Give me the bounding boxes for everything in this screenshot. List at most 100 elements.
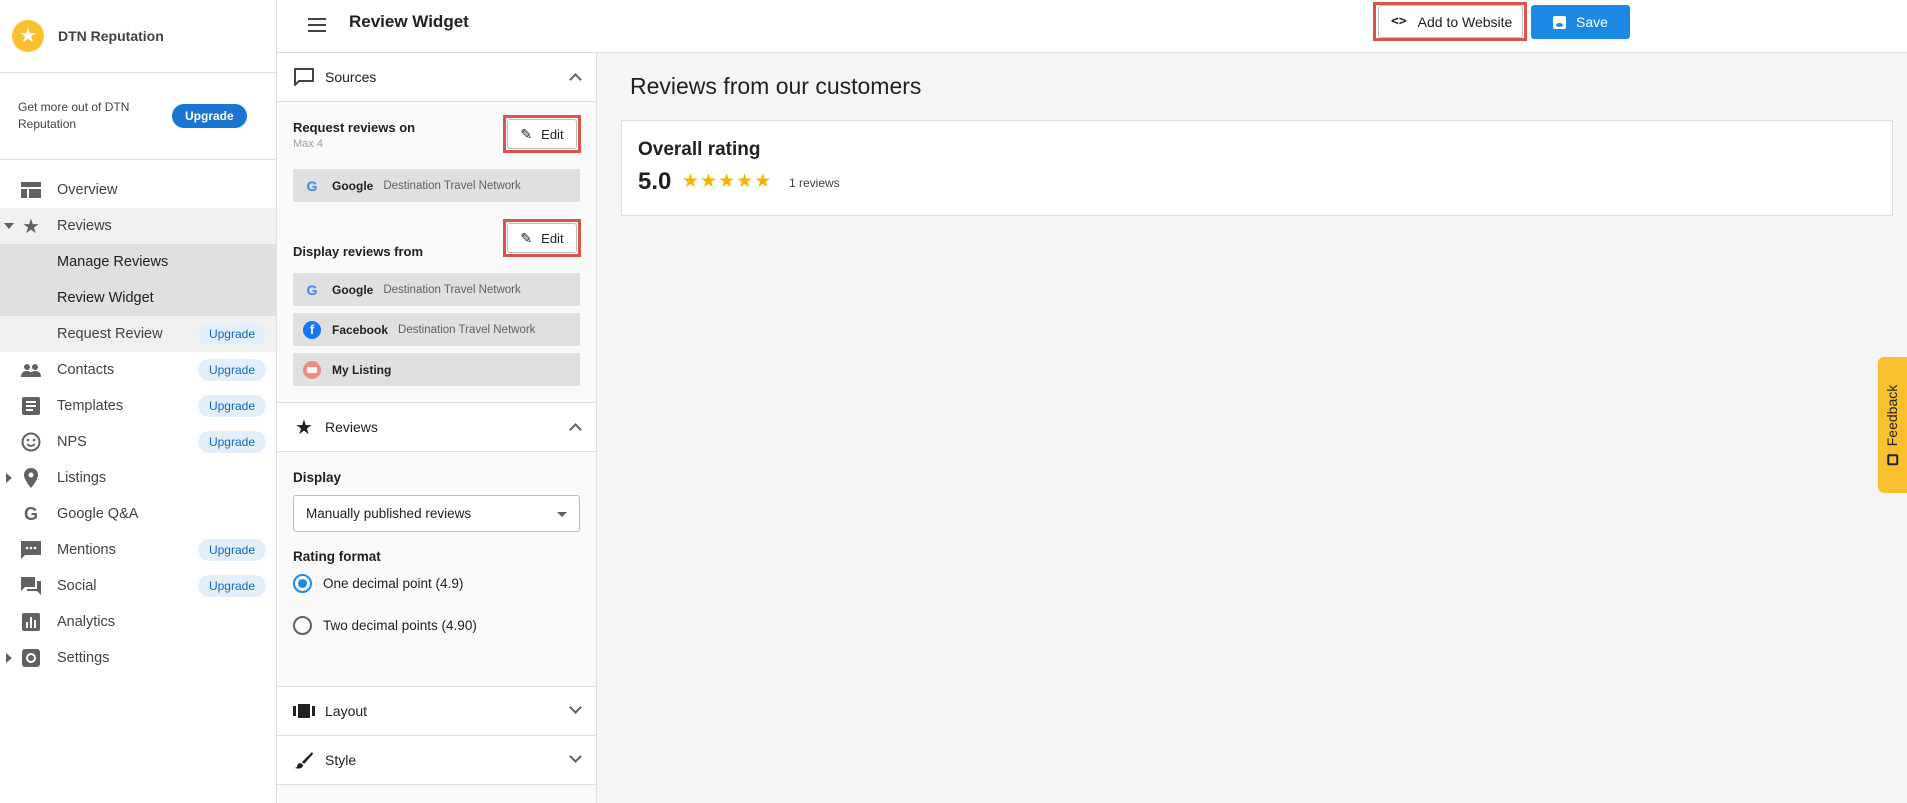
people-icon bbox=[20, 359, 42, 381]
sidebar-item-label: Reviews bbox=[57, 218, 112, 234]
reviews-section-header[interactable]: ★ Reviews bbox=[277, 403, 596, 452]
sidebar-item-contacts[interactable]: Contacts Upgrade bbox=[0, 352, 276, 388]
caret-right-icon bbox=[6, 653, 12, 663]
star-icon: ★ bbox=[700, 171, 719, 192]
display-select[interactable]: Manually published reviews bbox=[293, 495, 580, 532]
overall-rating-title: Overall rating bbox=[638, 139, 761, 160]
sidebar-item-manage-reviews[interactable]: Manage Reviews bbox=[0, 244, 276, 280]
sources-section-header[interactable]: Sources bbox=[277, 53, 596, 102]
sidebar-item-label: Overview bbox=[57, 182, 118, 198]
dashboard-icon bbox=[20, 179, 42, 201]
sidebar-item-social[interactable]: Social Upgrade bbox=[0, 568, 276, 604]
hamburger-menu-icon[interactable] bbox=[308, 18, 326, 32]
star-icon: ★ bbox=[718, 171, 737, 192]
sidebar-item-label: Settings bbox=[57, 650, 110, 666]
sidebar-item-settings[interactable]: Settings bbox=[0, 640, 276, 676]
forum-icon bbox=[20, 575, 42, 597]
sidebar-item-request-review[interactable]: Request Review Upgrade bbox=[0, 316, 276, 352]
sidebar-item-label: Templates bbox=[57, 398, 124, 414]
smiley-icon bbox=[20, 431, 42, 453]
upgrade-badge[interactable]: Upgrade bbox=[197, 395, 266, 417]
sidebar-item-label: Manage Reviews bbox=[57, 254, 169, 270]
source-business: Destination Travel Network bbox=[398, 323, 536, 336]
document-icon bbox=[20, 395, 42, 417]
sidebar-item-label: Analytics bbox=[57, 614, 116, 630]
feedback-tab[interactable]: Feedback bbox=[1878, 357, 1907, 493]
star-rating-icons: ★★★★★ bbox=[682, 170, 772, 193]
brush-icon bbox=[293, 749, 315, 771]
display-source-my-listing[interactable]: My Listing bbox=[293, 353, 580, 386]
source-name: Facebook bbox=[332, 322, 389, 337]
sidebar-item-label: Request Review bbox=[57, 326, 163, 342]
code-icon: <> bbox=[1391, 14, 1407, 29]
review-count: 1 reviews bbox=[789, 176, 840, 190]
carousel-icon bbox=[293, 700, 315, 722]
display-source-facebook[interactable]: f Facebook Destination Travel Network bbox=[293, 313, 580, 346]
edit-display-sources-button[interactable]: ✎ Edit bbox=[507, 223, 577, 253]
sidebar-item-label: Social bbox=[57, 578, 97, 594]
radio-unselected-icon bbox=[293, 616, 312, 635]
add-to-website-button[interactable]: <> Add to Website bbox=[1378, 5, 1523, 38]
sources-label: Sources bbox=[325, 69, 377, 85]
edit-request-sources-button[interactable]: ✎ Edit bbox=[507, 119, 577, 149]
page-title: Review Widget bbox=[349, 12, 469, 31]
upgrade-badge[interactable]: Upgrade bbox=[197, 539, 266, 561]
star-icon: ★ bbox=[736, 171, 755, 192]
star-icon: ★ bbox=[682, 171, 701, 192]
pencil-icon: ✎ bbox=[520, 229, 533, 246]
star-icon: ★ bbox=[295, 416, 313, 439]
source-name: My Listing bbox=[332, 362, 392, 377]
brand-name: DTN Reputation bbox=[58, 28, 164, 44]
sidebar-item-overview[interactable]: Overview bbox=[0, 172, 276, 208]
brand[interactable]: ★ DTN Reputation bbox=[0, 0, 276, 73]
sidebar-item-listings[interactable]: Listings bbox=[0, 460, 276, 496]
upgrade-badge[interactable]: Upgrade bbox=[197, 575, 266, 597]
sidebar-item-label: Listings bbox=[57, 470, 107, 486]
chevron-down-icon bbox=[569, 701, 582, 714]
caret-down-icon bbox=[4, 223, 14, 229]
request-source-google[interactable]: G Google Destination Travel Network bbox=[293, 169, 580, 202]
bar-chart-icon bbox=[20, 611, 42, 633]
display-source-google[interactable]: G Google Destination Travel Network bbox=[293, 273, 580, 306]
gear-icon bbox=[20, 647, 42, 669]
comment-icon bbox=[20, 539, 42, 561]
sidebar-item-analytics[interactable]: Analytics bbox=[0, 604, 276, 640]
radio-selected-icon bbox=[293, 574, 312, 593]
max-sources-note: Max 4 bbox=[293, 138, 323, 150]
sources-body: Request reviews on Max 4 ✎ Edit G Google… bbox=[277, 102, 596, 402]
sidebar-item-review-widget[interactable]: Review Widget bbox=[0, 280, 276, 316]
save-button[interactable]: Save bbox=[1531, 5, 1630, 39]
edit-label: Edit bbox=[541, 230, 564, 246]
sidebar-item-templates[interactable]: Templates Upgrade bbox=[0, 388, 276, 424]
upgrade-badge[interactable]: Upgrade bbox=[197, 323, 266, 345]
chevron-up-icon bbox=[569, 73, 582, 86]
sidebar-item-nps[interactable]: NPS Upgrade bbox=[0, 424, 276, 460]
star-logo-icon: ★ bbox=[12, 20, 44, 52]
upgrade-badge[interactable]: Upgrade bbox=[197, 359, 266, 381]
source-name: Google bbox=[332, 282, 374, 297]
save-label: Save bbox=[1576, 14, 1608, 30]
sidebar: ★ DTN Reputation Get more out of DTN Rep… bbox=[0, 0, 277, 803]
sidebar-item-google-qa[interactable]: G Google Q&A bbox=[0, 496, 276, 532]
source-business: Destination Travel Network bbox=[383, 283, 521, 296]
chevron-down-icon bbox=[569, 750, 582, 763]
rating-option-two-decimals[interactable]: Two decimal points (4.90) bbox=[293, 616, 477, 635]
preview-heading: Reviews from our customers bbox=[630, 73, 922, 99]
sidebar-item-label: NPS bbox=[57, 434, 87, 450]
google-icon: G bbox=[23, 503, 38, 524]
sidebar-item-mentions[interactable]: Mentions Upgrade bbox=[0, 532, 276, 568]
style-section-header[interactable]: Style bbox=[277, 736, 596, 785]
rating-option-label: One decimal point (4.9) bbox=[323, 576, 464, 591]
rating-option-one-decimal[interactable]: One decimal point (4.9) bbox=[293, 574, 463, 593]
reviews-label: Reviews bbox=[325, 419, 378, 435]
upgrade-button[interactable]: Upgrade bbox=[172, 104, 247, 128]
style-label: Style bbox=[325, 752, 357, 768]
upgrade-badge[interactable]: Upgrade bbox=[197, 431, 266, 453]
overall-rating-card: Overall rating 5.0 ★★★★★ 1 reviews bbox=[621, 120, 1893, 216]
sidebar-item-reviews[interactable]: ★ Reviews bbox=[0, 208, 276, 244]
pencil-icon: ✎ bbox=[520, 125, 533, 142]
layout-section-header[interactable]: Layout bbox=[277, 687, 596, 736]
sidebar-item-label: Review Widget bbox=[57, 290, 154, 306]
sidebar-item-label: Google Q&A bbox=[57, 506, 139, 522]
reviews-body: Display Manually published reviews Ratin… bbox=[277, 452, 596, 686]
